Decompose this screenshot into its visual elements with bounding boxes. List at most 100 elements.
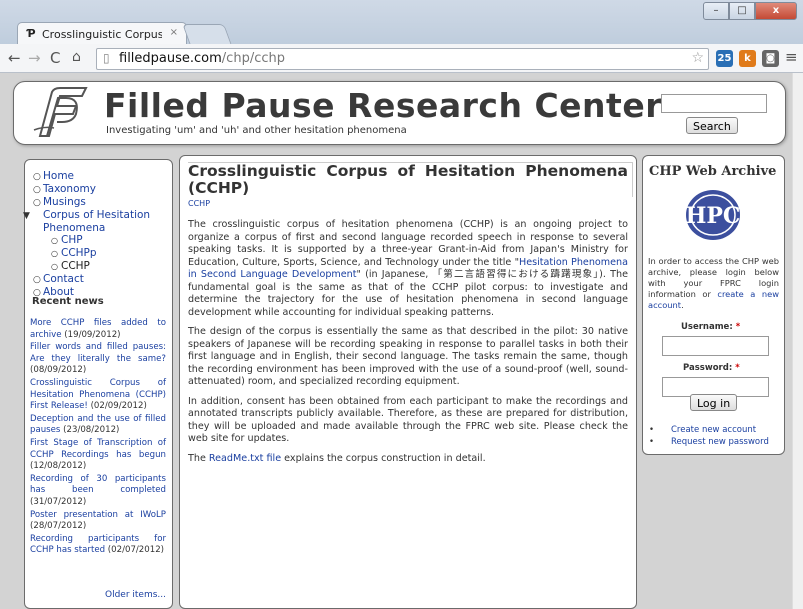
extension-k-icon[interactable]: k bbox=[739, 50, 756, 67]
site-title: Filled Pause Research Center bbox=[104, 86, 662, 125]
news-link[interactable]: First Stage of Transcription of CCHP Rec… bbox=[30, 438, 166, 460]
news-link[interactable]: Recording of 30 participants has been co… bbox=[30, 474, 166, 496]
extension-badge-icon[interactable]: 25 bbox=[716, 50, 733, 67]
nav-subitem-cchp-active[interactable]: ○ CCHP bbox=[33, 260, 172, 273]
nav-label: Corpus of Hesitation Phenomena bbox=[43, 209, 151, 234]
required-mark: * bbox=[735, 322, 741, 332]
label-text: Password: bbox=[683, 363, 733, 373]
nav-item-musings[interactable]: ○ Musings bbox=[33, 196, 172, 209]
browser-tab[interactable]: Ƥ Crosslinguistic Corpus of × bbox=[17, 22, 187, 45]
news-item: Recording participants for CCHP has star… bbox=[30, 534, 166, 557]
news-item: More CCHP files added to archive (19/09/… bbox=[30, 318, 166, 341]
reload-icon[interactable]: C bbox=[50, 49, 60, 67]
nav-label: CCHPp bbox=[61, 247, 97, 259]
news-link[interactable]: Filler words and filled pauses: Are they… bbox=[30, 342, 166, 364]
news-date: (28/07/2012) bbox=[30, 521, 87, 532]
main-content: Crosslinguistic Corpus of Hesitation Phe… bbox=[179, 155, 637, 609]
page-scrollbar[interactable] bbox=[792, 73, 803, 609]
extension-icon[interactable]: ◙ bbox=[762, 50, 779, 67]
news-item: Poster presentation at IWoLP (28/07/2012… bbox=[30, 510, 166, 533]
back-icon[interactable]: ← bbox=[8, 49, 21, 67]
text: explains the corpus construction in deta… bbox=[281, 452, 486, 464]
paragraph: The crosslinguistic corpus of hesitation… bbox=[188, 219, 628, 319]
nav-label: CCHP bbox=[61, 260, 90, 272]
link-label: Request new password bbox=[671, 437, 769, 447]
nav-label: Home bbox=[43, 170, 75, 182]
recent-news-list: More CCHP files added to archive (19/09/… bbox=[30, 318, 166, 558]
address-bar[interactable]: ▯ filledpause.com/chp/cchp ☆ bbox=[96, 48, 709, 70]
archive-intro: In order to access the CHP web archive, … bbox=[648, 256, 779, 311]
svg-text:HPC: HPC bbox=[686, 203, 741, 229]
menu-icon[interactable]: ≡ bbox=[785, 48, 798, 66]
paragraph: The ReadMe.txt file explains the corpus … bbox=[188, 453, 628, 466]
site-subtitle: Investigating 'um' and 'uh' and other he… bbox=[106, 125, 407, 136]
minimize-button[interactable]: – bbox=[703, 2, 729, 20]
hpc-logo-icon: HPC bbox=[686, 190, 741, 240]
archive-login-box: CHP Web Archive HPC In order to access t… bbox=[642, 155, 785, 455]
left-sidebar: ○ Home ○ Taxonomy ○ Musings ▼ Corpus of Hesi… bbox=[23, 159, 173, 609]
password-label: Password: * bbox=[683, 363, 740, 373]
news-date: (08/09/2012) bbox=[30, 365, 87, 376]
forward-icon[interactable]: → bbox=[28, 49, 41, 67]
nav-item-taxonomy[interactable]: ○ Taxonomy bbox=[33, 183, 172, 196]
fpr-logo-icon bbox=[33, 87, 88, 137]
label-text: Username: bbox=[681, 322, 733, 332]
username-field[interactable] bbox=[662, 336, 769, 356]
url-path: /chp/cchp bbox=[221, 51, 285, 66]
news-link[interactable]: Poster presentation at IWoLP bbox=[30, 510, 166, 520]
tab-title: Crosslinguistic Corpus of bbox=[42, 28, 162, 41]
new-tab-button[interactable] bbox=[182, 24, 232, 45]
site-header: Filled Pause Research Center Investigati… bbox=[13, 81, 786, 145]
news-item: First Stage of Transcription of CCHP Rec… bbox=[30, 438, 166, 473]
request-password-link[interactable]: • Request new password bbox=[649, 436, 769, 448]
news-item: Crosslinguistic Corpus of Hesitation Phe… bbox=[30, 378, 166, 413]
news-date: (02/07/2012) bbox=[107, 545, 165, 556]
browser-titlebar: Ƥ Crosslinguistic Corpus of × – □ x bbox=[0, 0, 803, 45]
text: . bbox=[681, 300, 684, 310]
text: The bbox=[188, 452, 209, 464]
nav-label: Musings bbox=[43, 196, 86, 208]
paragraph: In addition, consent has been obtained f… bbox=[188, 395, 628, 445]
home-icon[interactable]: ⌂ bbox=[72, 49, 81, 65]
url-domain: filledpause.com bbox=[119, 51, 222, 66]
nav-item-contact[interactable]: ○ Contact bbox=[33, 273, 172, 286]
main-nav: ○ Home ○ Taxonomy ○ Musings ▼ Corpus of Hesi… bbox=[23, 160, 172, 299]
nav-subitem-cchpp[interactable]: ○ CCHPp bbox=[33, 247, 172, 260]
bullet: • bbox=[649, 437, 655, 447]
article-body: The crosslinguistic corpus of hesitation… bbox=[188, 219, 628, 472]
news-item: Deception and the use of filled pauses (… bbox=[30, 414, 166, 437]
close-window-button[interactable]: x bbox=[755, 2, 797, 20]
page-title: Crosslinguistic Corpus of Hesitation Phe… bbox=[188, 162, 633, 197]
nav-label: CHP bbox=[61, 234, 83, 246]
news-date: (31/07/2012) bbox=[30, 496, 87, 507]
bullet: • bbox=[649, 425, 655, 435]
page-viewport: Filled Pause Research Center Investigati… bbox=[0, 73, 803, 609]
archive-title: CHP Web Archive bbox=[649, 164, 777, 179]
search-input[interactable] bbox=[661, 94, 767, 113]
link-label: Create new account bbox=[671, 425, 757, 435]
nav-subitem-chp[interactable]: ○ CHP bbox=[33, 234, 172, 247]
login-button[interactable]: Log in bbox=[690, 394, 738, 411]
browser-toolbar: ← → C ⌂ ▯ filledpause.com/chp/cchp ☆ 25 … bbox=[0, 44, 803, 73]
create-account-link[interactable]: • Create new account bbox=[649, 424, 769, 436]
tag-link[interactable]: CCHP bbox=[188, 199, 210, 208]
nav-item-corpus[interactable]: ▼ Corpus of Hesitation Phenomena bbox=[23, 209, 172, 234]
nav-label: Contact bbox=[43, 273, 84, 285]
older-items-link[interactable]: Older items... bbox=[105, 590, 166, 600]
paragraph: The design of the corpus is essentially … bbox=[188, 326, 628, 387]
username-label: Username: * bbox=[681, 322, 740, 332]
readme-link[interactable]: ReadMe.txt file bbox=[209, 453, 281, 464]
news-date: (02/09/2012) bbox=[90, 401, 147, 412]
nav-item-home[interactable]: ○ Home bbox=[33, 170, 172, 183]
tab-close-icon[interactable]: × bbox=[170, 27, 178, 38]
search-button[interactable]: Search bbox=[686, 117, 738, 134]
bookmark-star-icon[interactable]: ☆ bbox=[691, 50, 704, 66]
maximize-button[interactable]: □ bbox=[729, 2, 755, 20]
recent-news-heading: Recent news bbox=[32, 296, 104, 307]
site-favicon: Ƥ bbox=[27, 27, 36, 40]
news-date: (23/08/2012) bbox=[63, 425, 120, 436]
page-icon: ▯ bbox=[103, 51, 110, 65]
url-text: filledpause.com/chp/cchp bbox=[119, 51, 285, 66]
account-links: • Create new account • Request new passwor… bbox=[649, 424, 769, 448]
news-item: Filler words and filled pauses: Are they… bbox=[30, 342, 166, 377]
